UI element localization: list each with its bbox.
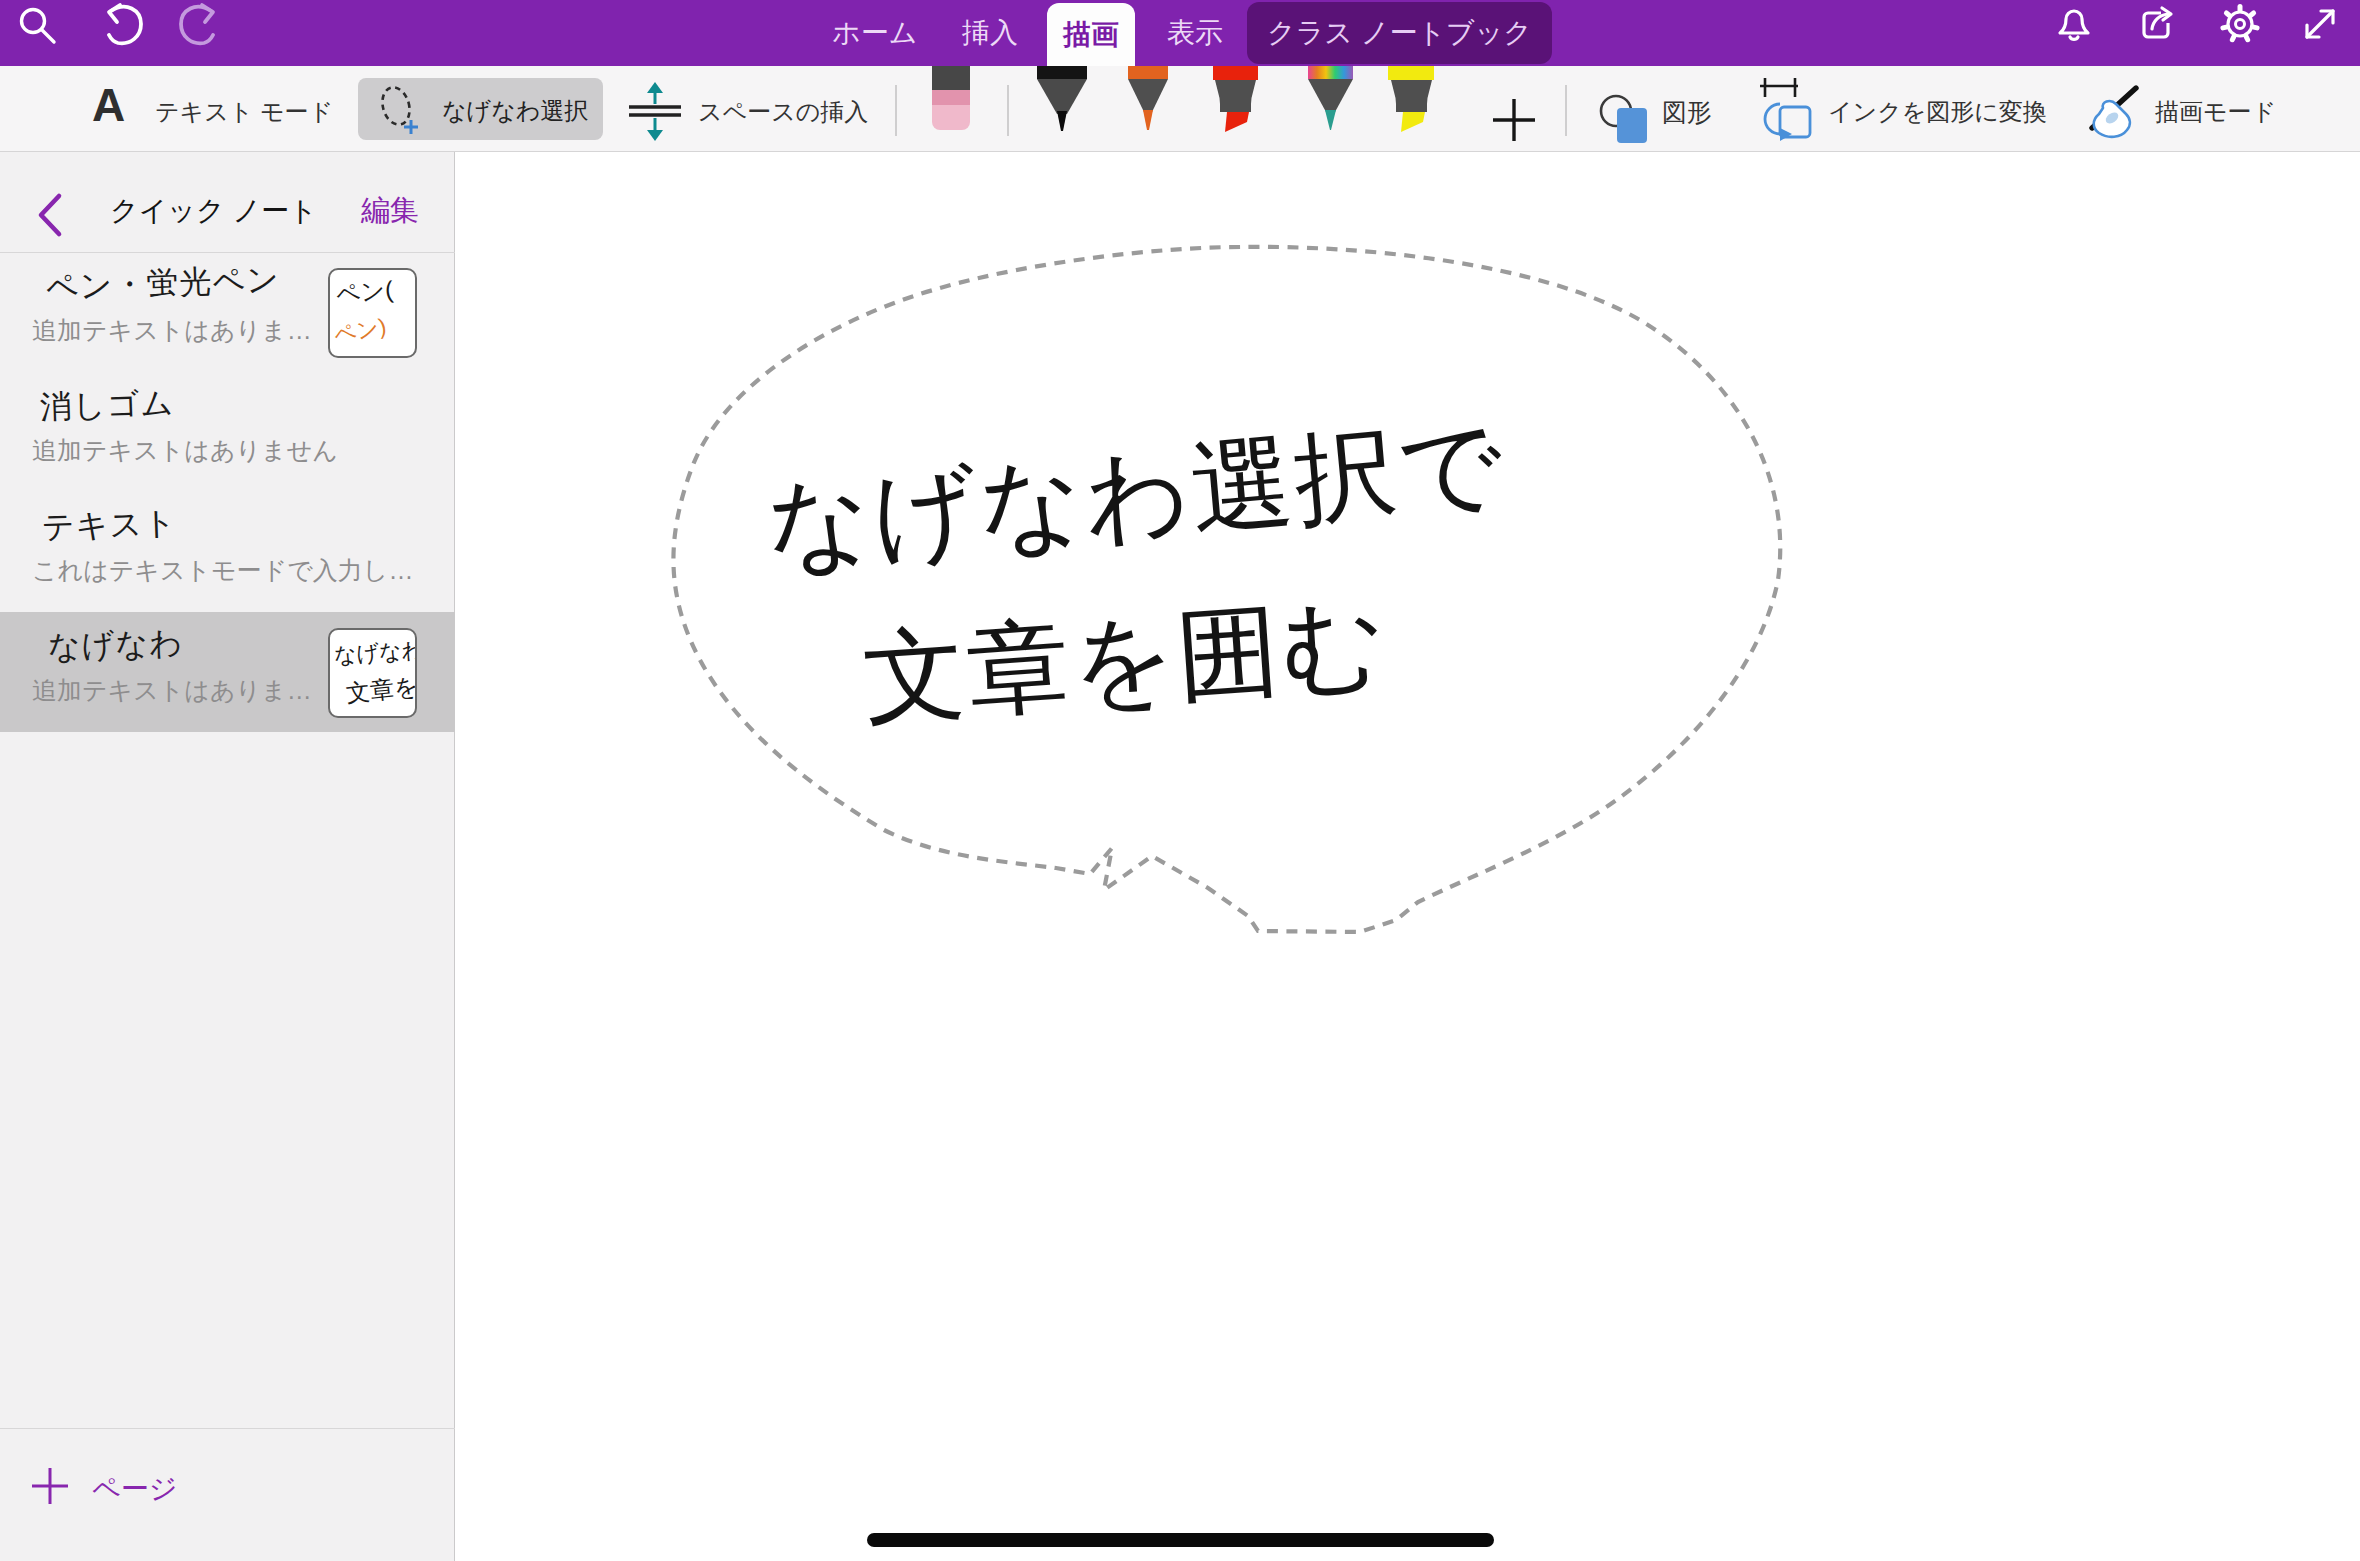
page-item-title-ink: なげなわ	[47, 621, 183, 670]
plus-icon	[30, 1466, 70, 1510]
page-item-subtitle: 追加テキストはありま…	[32, 674, 312, 707]
lasso-label: なげなわ選択	[442, 95, 588, 127]
lasso-icon	[374, 81, 432, 143]
page-list-sidebar: クイック ノート 編集 ペン・蛍光ペン 追加テキストはありま… ペン( ペン) …	[0, 152, 455, 1561]
divider	[0, 1428, 455, 1429]
thumbnail-ink: なげなわ	[333, 635, 417, 671]
add-pen-button[interactable]	[1492, 98, 1536, 146]
shapes-label: 図形	[1662, 96, 1712, 129]
redo-icon[interactable]	[178, 2, 222, 50]
highlighter-yellow-tool[interactable]	[1388, 66, 1434, 138]
draw-mode-label: 描画モード	[2155, 96, 2276, 128]
home-indicator-bar[interactable]	[867, 1533, 1494, 1547]
eraser-tool[interactable]	[930, 66, 972, 136]
draw-with-touch-icon	[2086, 78, 2148, 144]
sidebar-title: クイック ノート	[110, 192, 318, 230]
notifications-bell-icon[interactable]	[2053, 3, 2095, 49]
ink-text-line1: なげなわ選択で	[762, 406, 1509, 584]
page-list-item[interactable]: ペン・蛍光ペン 追加テキストはありま… ペン( ペン)	[0, 252, 455, 372]
tab-home-label: ホーム	[832, 14, 917, 52]
title-bar: ホーム 挿入 描画 表示 クラス ノートブック	[0, 0, 2360, 66]
page-item-thumbnail: なげなわ 文章を	[328, 628, 417, 718]
tab-draw[interactable]: 描画	[1047, 3, 1135, 66]
toolbar-separator	[1565, 85, 1567, 136]
search-icon[interactable]	[16, 4, 60, 52]
tab-class-notebook-label: クラス ノートブック	[1267, 14, 1532, 52]
pen-black-tool[interactable]	[1037, 66, 1087, 138]
edit-button[interactable]: 編集	[361, 191, 419, 231]
page-item-subtitle: 追加テキストはありま…	[32, 314, 312, 347]
tab-insert-label: 挿入	[962, 14, 1018, 52]
page-list-item-selected[interactable]: なげなわ 追加テキストはありま… なげなわ 文章を	[0, 612, 455, 732]
toolbar-separator	[895, 85, 897, 136]
share-icon[interactable]	[2137, 5, 2177, 49]
undo-icon[interactable]	[100, 2, 144, 50]
expand-fullscreen-icon[interactable]	[2300, 4, 2340, 48]
ink-to-shape-icon	[1754, 72, 1814, 150]
back-chevron-icon[interactable]	[36, 192, 64, 242]
tab-insert[interactable]: 挿入	[962, 0, 1018, 66]
text-mode-a-icon: A	[92, 78, 125, 132]
insert-space-label: スペースの挿入	[698, 96, 868, 128]
thumbnail-ink: 文章を	[345, 670, 417, 709]
pen-orange-tool[interactable]	[1128, 66, 1168, 138]
settings-gear-icon[interactable]	[2218, 2, 2262, 50]
ink-text-line2: 文章を囲む	[860, 586, 1391, 736]
page-item-thumbnail: ペン( ペン)	[328, 268, 417, 358]
tab-view-label: 表示	[1167, 14, 1223, 52]
thumbnail-ink: ペン)	[332, 312, 389, 351]
thumbnail-ink: ペン(	[335, 274, 395, 311]
page-list-item[interactable]: 消しゴム 追加テキストはありません	[0, 372, 455, 492]
highlighter-red-tool[interactable]	[1213, 66, 1258, 138]
drawing-toolbar: A テキスト モード なげなわ選択 スペースの挿入	[0, 66, 2360, 152]
page-item-title-ink: テキスト	[41, 501, 177, 550]
pen-rainbow-tool[interactable]	[1308, 66, 1353, 138]
tab-home[interactable]: ホーム	[832, 0, 917, 66]
lasso-select-button[interactable]: なげなわ選択	[358, 78, 603, 140]
page-item-subtitle: 追加テキストはありません	[32, 434, 338, 467]
ink-layer: なげなわ選択で 文章を囲む	[456, 152, 2360, 1561]
toolbar-separator	[1007, 85, 1009, 136]
page-item-title-ink: 消しゴム	[39, 381, 175, 430]
page-item-title-ink: ペン・蛍光ペン	[45, 258, 280, 310]
lasso-selection-outline	[673, 247, 1780, 932]
page-list-item[interactable]: テキスト これはテキストモードで入力し…	[0, 492, 455, 612]
tab-view[interactable]: 表示	[1167, 0, 1223, 66]
add-page-label: ページ	[92, 1470, 177, 1508]
ink-to-shape-label: インクを図形に変換	[1828, 96, 2047, 128]
insert-space-icon	[627, 82, 683, 146]
drawing-canvas[interactable]: なげなわ選択で 文章を囲む	[456, 152, 2360, 1561]
page-item-subtitle: これはテキストモードで入力し…	[32, 554, 413, 587]
tab-draw-label: 描画	[1063, 16, 1119, 54]
shapes-icon	[1598, 92, 1650, 150]
text-mode-label: テキスト モード	[155, 96, 333, 128]
tab-class-notebook[interactable]: クラス ノートブック	[1247, 2, 1552, 64]
